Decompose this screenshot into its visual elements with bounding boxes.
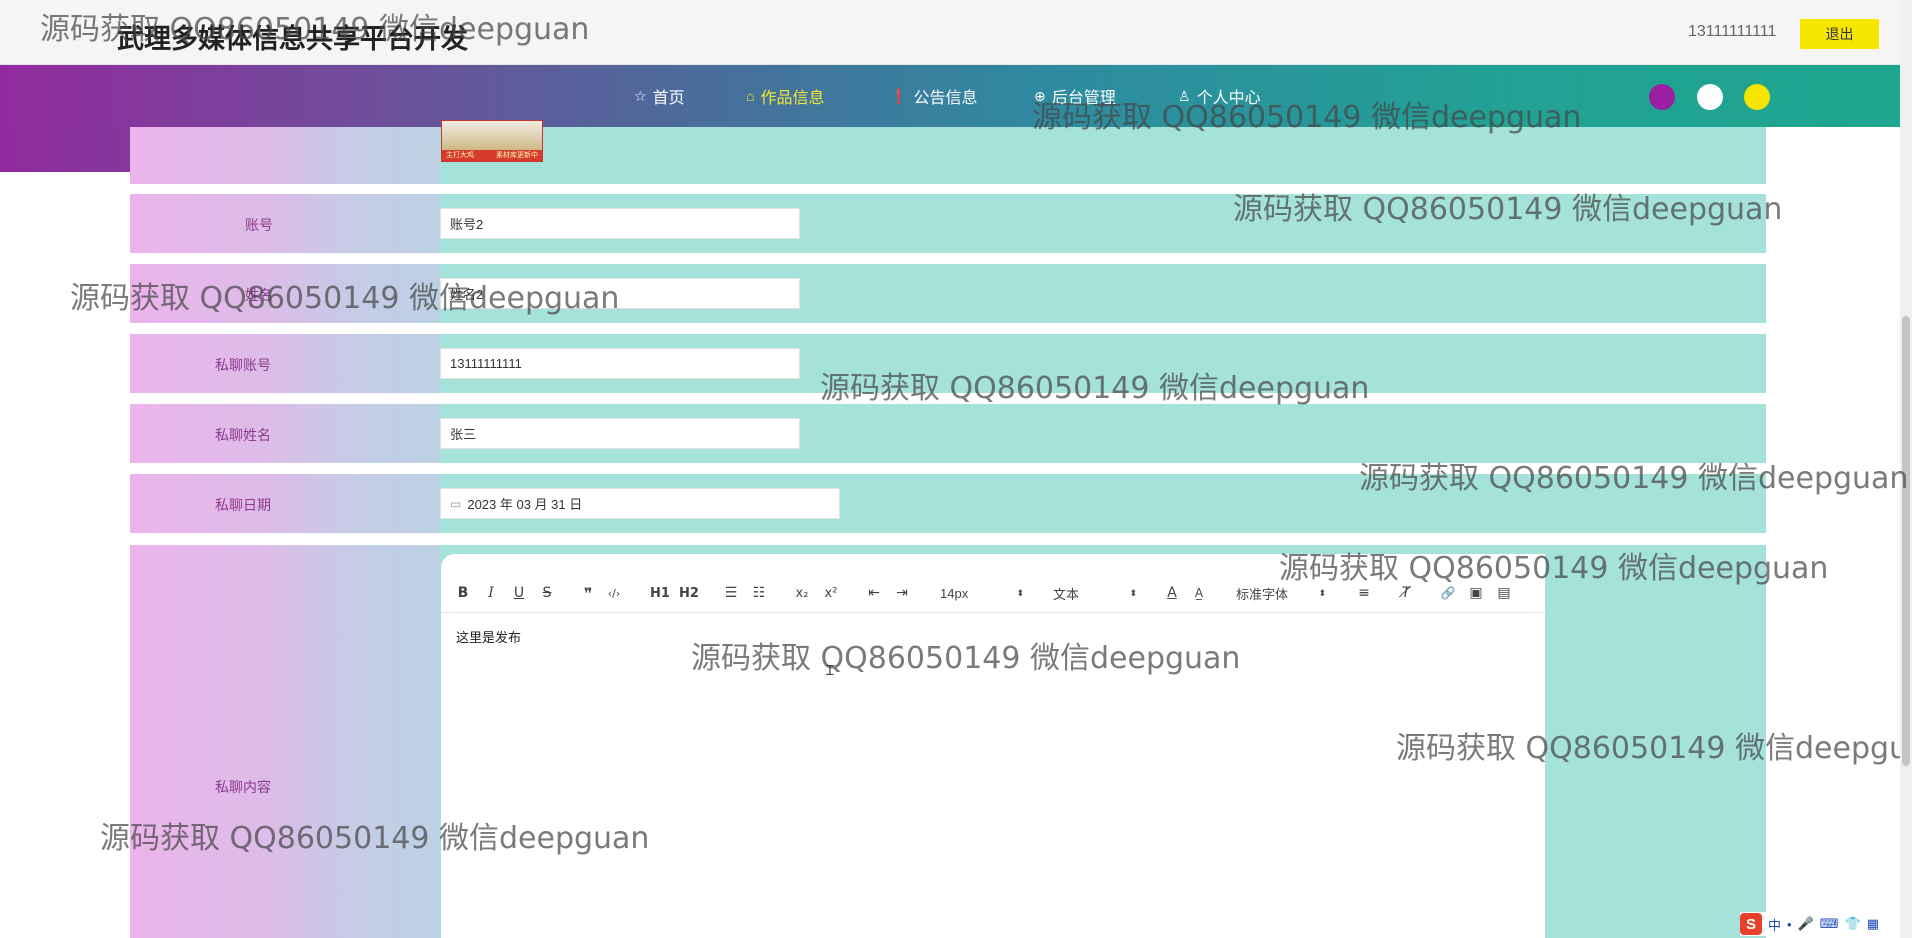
work-image-preview[interactable]: 主打大鸡 素材库更新中	[441, 120, 543, 162]
font-color-icon[interactable]: A	[1163, 583, 1181, 603]
nav-item-label: 后台管理	[1051, 90, 1116, 107]
subscript-button[interactable]: x₂	[793, 583, 811, 603]
bold-button[interactable]: B	[454, 583, 472, 603]
form-row-chat-name: 私聊姓名 张三	[130, 404, 1766, 463]
chat-content-label: 私聊内容	[215, 779, 271, 795]
site-title: 武理多媒体信息共享平台开发	[117, 24, 468, 54]
star-icon: ☆	[634, 87, 647, 104]
user-phone: 13111111111	[1688, 23, 1777, 40]
admin-icon: ⊕	[1034, 87, 1046, 104]
form-row-image	[130, 127, 1766, 184]
clean-format-icon[interactable]: T̸	[1397, 583, 1415, 603]
ime-logo-icon: S	[1740, 913, 1762, 935]
select-arrows-icon: ⬍	[1318, 587, 1326, 598]
chat-account-field[interactable]: 13111111111	[440, 348, 800, 379]
nav-item-label: 作品信息	[760, 90, 825, 107]
editor-toolbar: B I U S ❞ ‹/› H1 H2 ☰ ☷ x₂ x² ⇤ ⇥ 14px ⬍…	[441, 574, 1545, 613]
form-label-cell: 私聊账号	[130, 334, 440, 393]
form-row-chat-date: 私聊日期 ▭ 2023 年 03 月 31 日	[130, 474, 1766, 533]
keyboard-icon[interactable]: ⌨	[1820, 916, 1839, 932]
italic-button[interactable]: I	[482, 583, 500, 603]
nav-item-label: 首页	[652, 90, 685, 107]
font-family-select[interactable]: 标准字体 ⬍	[1236, 583, 1326, 603]
font-size-value: 14px	[940, 585, 969, 601]
h1-button[interactable]: H1	[650, 583, 670, 603]
calendar-icon: ▭	[450, 496, 462, 511]
ime-mode[interactable]: 中	[1768, 915, 1781, 934]
code-icon[interactable]: ‹/›	[605, 583, 623, 603]
alert-icon: ❗	[890, 87, 908, 104]
nav-item-label: 个人中心	[1196, 90, 1261, 107]
editor-content[interactable]: 这里是发布	[456, 627, 521, 646]
chat-date-value: 2023 年 03 月 31 日	[467, 497, 583, 512]
select-arrows-icon: ⬍	[1129, 587, 1137, 598]
image-caption-left: 主打大鸡	[446, 152, 474, 159]
image-caption-bar: 主打大鸡 素材库更新中	[442, 150, 542, 161]
form-label-cell: 私聊姓名	[130, 404, 440, 463]
user-icon: ♙	[1178, 87, 1191, 104]
outdent-icon[interactable]: ⇤	[865, 583, 883, 603]
font-size-select[interactable]: 14px ⬍	[940, 583, 1024, 603]
blockquote-icon[interactable]: ❞	[579, 583, 597, 603]
top-bar: 武理多媒体信息共享平台开发 13111111111 退出	[0, 0, 1900, 65]
toolbox-icon[interactable]: ▦	[1867, 916, 1879, 932]
form-label-cell: 姓名	[130, 264, 440, 323]
form-label-cell: 账号	[130, 194, 440, 253]
form-label-cell: 私聊日期	[130, 474, 440, 533]
punctuation-icon[interactable]: •	[1787, 917, 1792, 932]
nav-item-label: 公告信息	[913, 90, 978, 107]
superscript-button[interactable]: x²	[822, 583, 840, 603]
select-arrows-icon: ⬍	[1016, 587, 1024, 598]
name-field[interactable]: 姓名2	[440, 278, 800, 309]
form-row-account: 账号 账号2	[130, 194, 1766, 253]
video-icon[interactable]: ▤	[1495, 583, 1513, 603]
chat-date-field[interactable]: ▭ 2023 年 03 月 31 日	[440, 488, 840, 519]
name-label: 姓名	[245, 287, 273, 303]
nav-item-admin[interactable]: ⊕ 后台管理	[1034, 84, 1116, 108]
indent-icon[interactable]: ⇥	[893, 583, 911, 603]
header-select-value: 文本	[1053, 586, 1080, 602]
theme-white-dot[interactable]	[1697, 84, 1723, 110]
font-family-value: 标准字体	[1236, 586, 1289, 602]
nav-item-announcements[interactable]: ❗ 公告信息	[890, 84, 977, 108]
image-icon[interactable]: ▣	[1467, 583, 1485, 603]
form-row-name: 姓名 姓名2	[130, 264, 1766, 323]
form-label-cell	[130, 127, 440, 184]
text-cursor-icon: Ɪ	[826, 662, 834, 678]
image-caption-right: 素材库更新中	[496, 152, 538, 159]
account-field[interactable]: 账号2	[440, 208, 800, 239]
h2-button[interactable]: H2	[679, 583, 699, 603]
skin-icon[interactable]: 👕	[1845, 916, 1861, 932]
chat-name-field[interactable]: 张三	[440, 418, 800, 449]
underline-button[interactable]: U	[510, 583, 528, 603]
chat-name-label: 私聊姓名	[215, 427, 271, 443]
nav-item-works[interactable]: ⌂ 作品信息	[746, 84, 824, 108]
bullet-list-icon[interactable]: ☷	[750, 583, 768, 603]
ordered-list-icon[interactable]: ☰	[722, 583, 740, 603]
align-icon[interactable]: ≡	[1355, 583, 1373, 603]
logout-button[interactable]: 退出	[1800, 19, 1879, 49]
home-icon: ⌂	[746, 88, 755, 104]
link-icon[interactable]: 🔗	[1439, 583, 1457, 603]
account-label: 账号	[245, 217, 273, 233]
chat-date-label: 私聊日期	[215, 497, 271, 513]
background-color-icon[interactable]: A̲	[1190, 583, 1208, 603]
nav-item-home[interactable]: ☆ 首页	[634, 84, 685, 108]
form-label-cell: 私聊内容	[130, 545, 440, 938]
rich-text-editor[interactable]: B I U S ❞ ‹/› H1 H2 ☰ ☷ x₂ x² ⇤ ⇥ 14px ⬍…	[441, 554, 1545, 938]
form-row-chat-account: 私聊账号 13111111111	[130, 334, 1766, 393]
nav-item-profile[interactable]: ♙ 个人中心	[1178, 84, 1261, 108]
microphone-icon[interactable]: 🎤	[1798, 916, 1814, 932]
chat-account-label: 私聊账号	[215, 357, 271, 373]
scrollbar-thumb[interactable]	[1902, 316, 1910, 766]
header-select[interactable]: 文本 ⬍	[1053, 583, 1137, 603]
theme-purple-dot[interactable]	[1649, 84, 1675, 110]
theme-yellow-dot[interactable]	[1744, 84, 1770, 110]
ime-toolbar[interactable]: S 中 • 🎤 ⌨ 👕 ▦	[1740, 912, 1900, 936]
strike-button[interactable]: S	[538, 583, 556, 603]
